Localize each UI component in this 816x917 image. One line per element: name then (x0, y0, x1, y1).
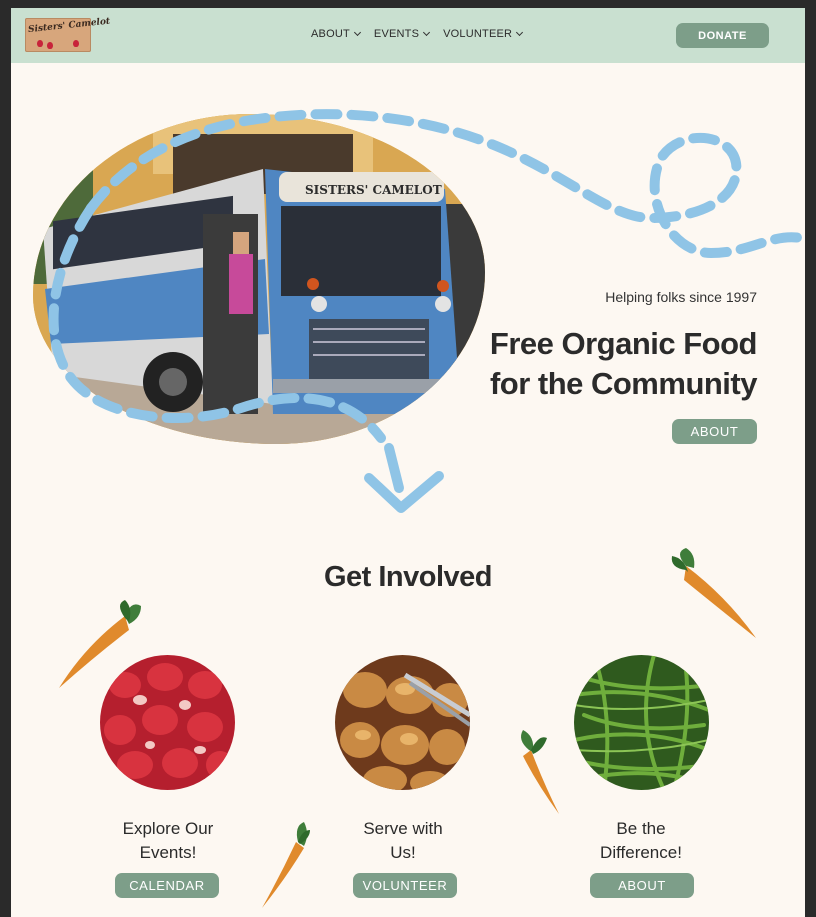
nav-item-volunteer[interactable]: VOLUNTEER (443, 28, 524, 40)
arrow-down-icon (364, 443, 444, 513)
logo[interactable]: Sisters' Camelot (25, 16, 111, 52)
hero-title-line1: Free Organic Food (489, 326, 758, 361)
nav-item-events[interactable]: EVENTS (373, 28, 431, 40)
green-beans-image (574, 655, 709, 790)
about-button[interactable]: ABOUT (590, 873, 694, 898)
card-title-line2: Difference! (600, 843, 682, 862)
card-title-line1: Explore Our (122, 819, 214, 838)
site-header: Sisters' Camelot ABOUT EVENTS VOLUNTEER … (11, 8, 805, 63)
bread-rolls-image (335, 655, 470, 790)
strawberry-icon (73, 40, 79, 47)
strawberry-icon (37, 40, 43, 47)
carrot-icon (521, 730, 559, 814)
card-title-line2: Events! (139, 843, 197, 862)
nav-item-label: ABOUT (311, 28, 350, 40)
strawberries-image (100, 655, 235, 790)
card-title: Serve with Us! (323, 817, 483, 865)
nav-item-about[interactable]: ABOUT (311, 28, 361, 40)
page: Sisters' Camelot ABOUT EVENTS VOLUNTEER … (11, 8, 805, 917)
calendar-button[interactable]: CALENDAR (115, 873, 219, 898)
hero-about-button[interactable]: ABOUT (672, 419, 757, 444)
strawberry-icon (47, 42, 53, 49)
nav-item-label: VOLUNTEER (443, 28, 513, 40)
carrot-icon (262, 822, 310, 908)
card-title-line2: Us! (390, 843, 416, 862)
donate-button[interactable]: DONATE (676, 23, 769, 48)
card-title: Explore Our Events! (88, 817, 248, 865)
volunteer-button[interactable]: VOLUNTEER (353, 873, 457, 898)
bus-sign-text: SISTERS' CAMELOT (305, 183, 442, 197)
card-title: Be the Difference! (561, 817, 721, 865)
hero-title-line2: for the Community (489, 366, 758, 401)
bus-illustration: SISTERS' CAMELOT (33, 114, 485, 444)
nav-item-label: EVENTS (373, 28, 420, 40)
chevron-down-icon (516, 28, 524, 37)
chevron-down-icon (423, 28, 431, 37)
card-title-line1: Serve with (363, 819, 443, 838)
carrot-icon (671, 548, 756, 638)
hero-bus-image: SISTERS' CAMELOT (33, 114, 485, 444)
main-nav: ABOUT EVENTS VOLUNTEER (311, 28, 524, 40)
hero-tagline: Helping folks since 1997 (605, 289, 757, 305)
hero-title: Free Organic Food for the Community (437, 324, 758, 404)
card-title-line1: Be the (616, 819, 666, 838)
logo-text: Sisters' Camelot (27, 16, 111, 36)
chevron-down-icon (353, 28, 361, 37)
